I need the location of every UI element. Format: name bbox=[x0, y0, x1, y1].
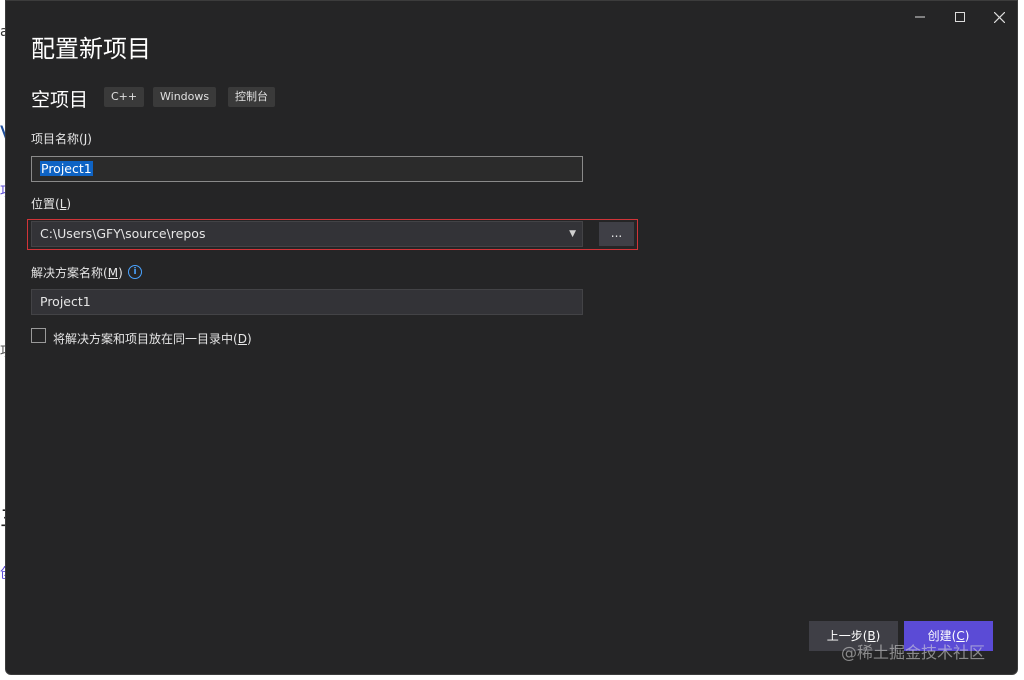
close-icon bbox=[993, 11, 1005, 23]
browse-button[interactable]: ... bbox=[599, 222, 634, 246]
location-accesskey: L bbox=[59, 197, 67, 211]
project-name-accesskey: J bbox=[83, 132, 88, 146]
tag-project-kind: 控制台 bbox=[228, 87, 275, 107]
solution-name-label-text: 解决方案名称 bbox=[31, 266, 104, 280]
solution-name-value: Project1 bbox=[40, 294, 91, 309]
solution-name-label: 解决方案名称(M) bbox=[31, 266, 123, 280]
same-directory-label-text: 将解决方案和项目放在同一目录中 bbox=[53, 332, 234, 346]
location-label: 位置(L) bbox=[31, 197, 72, 211]
project-type-name: 空项目 bbox=[31, 89, 89, 111]
watermark-text: @稀土掘金技术社区 bbox=[841, 643, 986, 662]
project-name-label-text: 项目名称 bbox=[31, 132, 80, 146]
maximize-icon bbox=[955, 12, 965, 22]
maximize-button[interactable] bbox=[946, 5, 974, 29]
solution-name-input[interactable]: Project1 bbox=[31, 289, 583, 315]
location-value: C:\Users\GFY\source\repos bbox=[40, 226, 206, 241]
location-label-text: 位置 bbox=[31, 197, 56, 211]
project-name-label: 项目名称(J) bbox=[31, 132, 92, 146]
tag-language: C++ bbox=[104, 87, 145, 107]
tag-platform: Windows bbox=[153, 87, 217, 107]
minimize-button[interactable] bbox=[906, 5, 934, 29]
project-name-value: Project1 bbox=[40, 161, 93, 176]
minimize-icon bbox=[915, 16, 925, 18]
project-name-input[interactable]: Project1 bbox=[31, 156, 583, 182]
configure-project-dialog: 配置新项目 空项目 C++ Windows 控制台 项目名称(J) Projec… bbox=[5, 0, 1018, 675]
same-directory-label[interactable]: 将解决方案和项目放在同一目录中(D) bbox=[53, 330, 252, 347]
close-button[interactable] bbox=[985, 5, 1013, 29]
location-combobox[interactable]: C:\Users\GFY\source\repos ▼ bbox=[31, 221, 583, 247]
same-directory-checkbox[interactable] bbox=[31, 328, 46, 343]
info-icon[interactable]: i bbox=[128, 265, 142, 279]
chevron-down-icon[interactable]: ▼ bbox=[569, 222, 576, 246]
dialog-title: 配置新项目 bbox=[31, 35, 151, 63]
same-directory-accesskey: D bbox=[237, 332, 247, 346]
solution-name-accesskey: M bbox=[107, 266, 119, 280]
